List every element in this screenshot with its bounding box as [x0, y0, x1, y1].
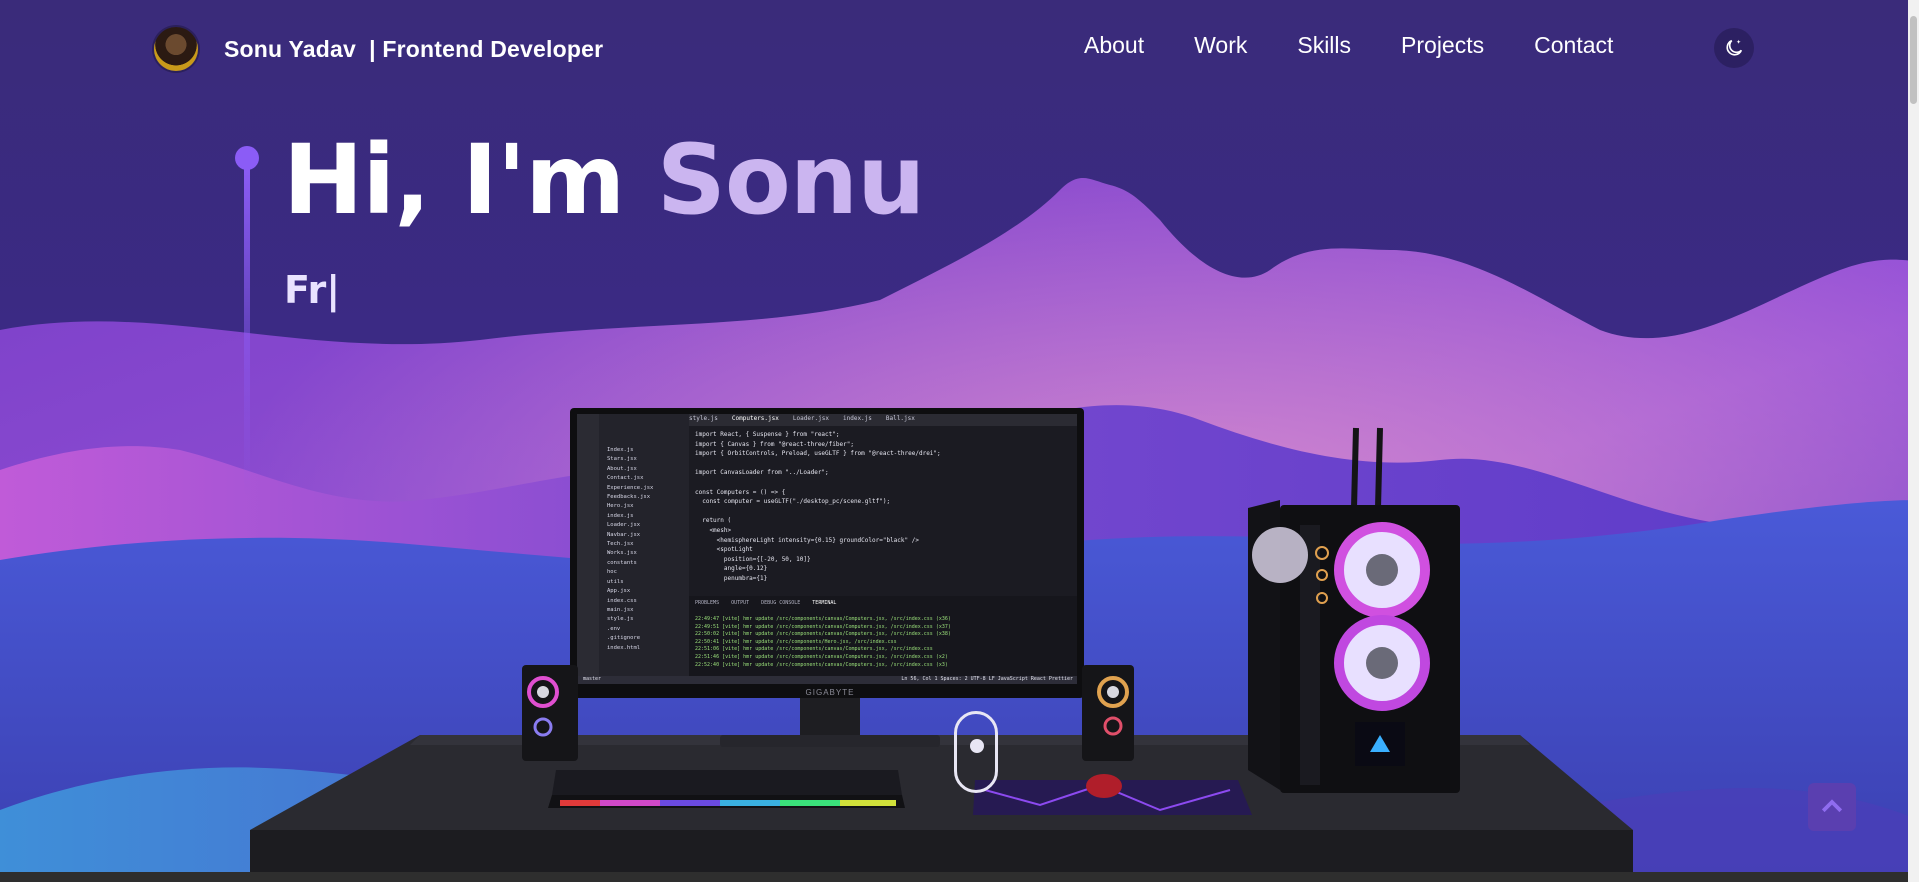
terminal-line: 22:51:06 [vite] hmr update /src/componen… — [695, 646, 933, 653]
right-speaker — [1082, 665, 1134, 761]
file-tree-item: .env — [607, 625, 621, 632]
scroll-indicator-dot — [970, 739, 984, 753]
terminal-line: 22:52:40 [vite] hmr update /src/componen… — [695, 661, 948, 668]
file-tree-item: Experience.jsx — [607, 484, 654, 491]
file-tree-item: Contact.jsx — [607, 475, 644, 482]
bottom-edge — [0, 872, 1908, 882]
nav-work[interactable]: Work — [1194, 32, 1247, 59]
file-tree-item: .gitignore — [607, 635, 641, 642]
status-bar: master Ln 56, Col 1 Spaces: 2 UTF-8 LF J… — [583, 676, 1073, 682]
file-tree-item: style.js — [607, 616, 634, 623]
file-tree-item: Works.jsx — [607, 550, 637, 557]
terminal-line: 22:50:02 [vite] hmr update /src/componen… — [695, 631, 951, 638]
file-tree-item: Tech.jsx — [607, 541, 634, 548]
file-tree-item: Feedbacks.jsx — [607, 494, 651, 501]
code-line: position={[-20, 50, 10]} — [695, 555, 811, 563]
code-line: <mesh> — [695, 526, 732, 534]
chevron-up-icon — [1821, 799, 1843, 813]
theme-toggle-button[interactable] — [1714, 28, 1754, 68]
editor-tab: Loader.jsx — [792, 415, 829, 422]
terminal-tab: DEBUG CONSOLE — [761, 600, 801, 606]
nav-projects[interactable]: Projects — [1401, 32, 1484, 59]
hero-line — [244, 166, 250, 496]
scroll-indicator[interactable] — [954, 711, 998, 793]
hero-title: Hi, I'm Sonu — [283, 132, 925, 228]
keyboard — [548, 770, 905, 808]
page-scrollbar[interactable] — [1908, 0, 1919, 882]
file-tree-item: index.html — [607, 644, 641, 651]
code-line: import React, { Suspense } from "react"; — [695, 431, 840, 438]
terminal-line: 22:51:46 [vite] hmr update /src/componen… — [695, 653, 948, 660]
code-line: return ( — [695, 517, 732, 525]
editor-tab: index.js — [843, 415, 872, 422]
scrollbar-thumb[interactable] — [1910, 16, 1917, 104]
status-left: master — [583, 676, 602, 682]
file-tree-item: Stars.jsx — [607, 456, 637, 463]
file-tree-item: index.js — [607, 512, 634, 519]
code-line: const Computers = () => { — [695, 488, 786, 496]
file-tree-item: main.jsx — [607, 606, 634, 613]
terminal-line: 22:49:47 [vite] hmr update /src/componen… — [695, 616, 951, 622]
code-line: <spotLight — [695, 546, 753, 554]
left-speaker — [522, 665, 578, 761]
file-tree-item: hoc — [607, 569, 617, 576]
file-tree-item: Index.js — [607, 447, 634, 453]
code-line: import CanvasLoader from "../Loader"; — [695, 469, 829, 477]
code-line: import { Canvas } from "@react-three/fib… — [695, 440, 854, 448]
file-tree-item: constants — [607, 559, 637, 566]
terminal-tab: OUTPUT — [731, 600, 750, 606]
editor-tabs: style.js Computers.jsx Loader.jsx index.… — [689, 415, 915, 422]
moon-icon — [1726, 39, 1743, 56]
navbar: Sonu Yadav | Frontend Developer About Wo… — [0, 0, 1908, 100]
file-tree: Index.js Stars.jsx About.jsx Contact.jsx Exp… — [607, 446, 653, 653]
file-tree-item: App.jsx — [607, 588, 631, 595]
code-line: const computer = useGLTF("./desktop_pc/s… — [695, 498, 891, 506]
terminal-tab-active: TERMINAL — [812, 600, 837, 606]
file-tree-item: index.css — [607, 597, 637, 604]
code-editor-screen: style.js Computers.jsx Loader.jsx index.… — [577, 414, 1077, 684]
code-line: <hemisphereLight intensity={0.15} ground… — [695, 536, 919, 544]
code-line: penumbra={1} — [695, 574, 768, 582]
editor-tab-active: Computers.jsx — [731, 415, 779, 422]
file-tree-item: Hero.jsx — [607, 503, 634, 510]
file-tree-item: utils — [607, 578, 624, 585]
file-tree-item: Navbar.jsx — [607, 531, 641, 538]
brand-link[interactable]: Sonu Yadav | Frontend Developer — [154, 27, 603, 71]
file-tree-item: About.jsx — [607, 465, 637, 472]
scroll-to-top-button[interactable] — [1808, 783, 1856, 831]
nav-links: About Work Skills Projects Contact — [1084, 32, 1663, 59]
code-line: import { OrbitControls, Preload, useGLTF… — [695, 450, 941, 458]
nav-skills[interactable]: Skills — [1297, 32, 1351, 59]
file-tree-item: Loader.jsx — [607, 522, 641, 529]
terminal-tabs: PROBLEMS OUTPUT DEBUG CONSOLE TERMINAL — [695, 600, 836, 606]
nav-about[interactable]: About — [1084, 32, 1144, 59]
editor-tab: style.js — [689, 415, 718, 422]
nav-contact[interactable]: Contact — [1534, 32, 1613, 59]
hero-typed-text: Fr| — [284, 268, 341, 312]
editor-tab: Ball.jsx — [885, 415, 915, 422]
hero-name: Sonu — [656, 124, 926, 236]
code-lines: import React, { Suspense } from "react";… — [695, 430, 941, 584]
terminal-tab: PROBLEMS — [695, 600, 720, 606]
mousepad — [973, 774, 1252, 815]
terminal-lines: 22:49:47 [vite] hmr update /src/componen… — [695, 616, 951, 669]
code-line: angle={0.12} — [695, 565, 768, 573]
monitor-brand: GIGABYTE — [805, 688, 855, 697]
hero-greeting: Hi, I'm — [283, 124, 657, 236]
status-right: Ln 56, Col 1 Spaces: 2 UTF-8 LF JavaScri… — [901, 676, 1073, 682]
terminal-line: 22:49:51 [vite] hmr update /src/componen… — [695, 623, 951, 630]
terminal-line: 22:50:41 [vite] hmr update /src/componen… — [695, 638, 897, 645]
brand-title: Sonu Yadav | Frontend Developer — [224, 35, 604, 62]
avatar — [154, 27, 198, 71]
